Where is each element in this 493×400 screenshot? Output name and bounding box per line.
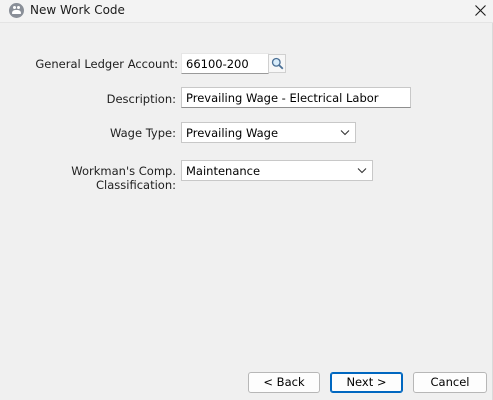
workmans-comp-label: Workman's Comp. Classification: — [71, 164, 176, 192]
close-icon — [475, 5, 486, 16]
gl-account-input[interactable]: 66100-200 — [181, 53, 269, 74]
next-button[interactable]: Next > — [330, 372, 403, 393]
wage-type-selected: Prevailing Wage — [186, 126, 279, 140]
magnifier-icon — [271, 57, 284, 70]
workmans-comp-select[interactable]: Maintenance — [181, 160, 373, 181]
description-input[interactable]: Prevailing Wage - Electrical Labor — [181, 87, 411, 108]
back-button[interactable]: < Back — [248, 372, 320, 393]
wage-type-label: Wage Type: — [109, 126, 176, 140]
cancel-button[interactable]: Cancel — [413, 372, 487, 393]
gl-account-label: General Ledger Account: — [35, 57, 178, 71]
gl-account-lookup-button[interactable] — [268, 54, 286, 73]
description-label: Description: — [106, 92, 176, 106]
workmans-comp-selected: Maintenance — [186, 164, 261, 178]
title-bar: New Work Code — [0, 0, 493, 23]
app-people-icon — [9, 3, 24, 18]
wage-type-select[interactable]: Prevailing Wage — [181, 122, 356, 143]
close-button[interactable] — [467, 0, 493, 22]
window-title: New Work Code — [30, 3, 125, 17]
chevron-down-icon — [340, 130, 350, 136]
chevron-down-icon — [357, 168, 367, 174]
